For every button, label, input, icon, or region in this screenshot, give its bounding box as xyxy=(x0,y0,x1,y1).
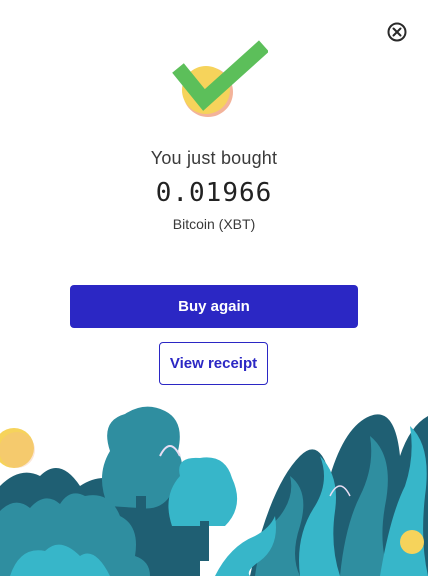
checkmark-coin-icon xyxy=(172,40,268,117)
buy-again-button[interactable]: Buy again xyxy=(70,285,358,328)
purchase-confirmation-screen: You just bought 0.01966 Bitcoin (XBT) Bu… xyxy=(0,0,428,576)
close-icon[interactable] xyxy=(386,21,408,43)
purchase-amount: 0.01966 xyxy=(155,178,273,208)
view-receipt-button[interactable]: View receipt xyxy=(159,342,268,385)
currency-name: Bitcoin (XBT) xyxy=(172,216,256,232)
decorative-foliage-illustration xyxy=(0,406,428,576)
purchase-label: You just bought xyxy=(150,148,278,168)
